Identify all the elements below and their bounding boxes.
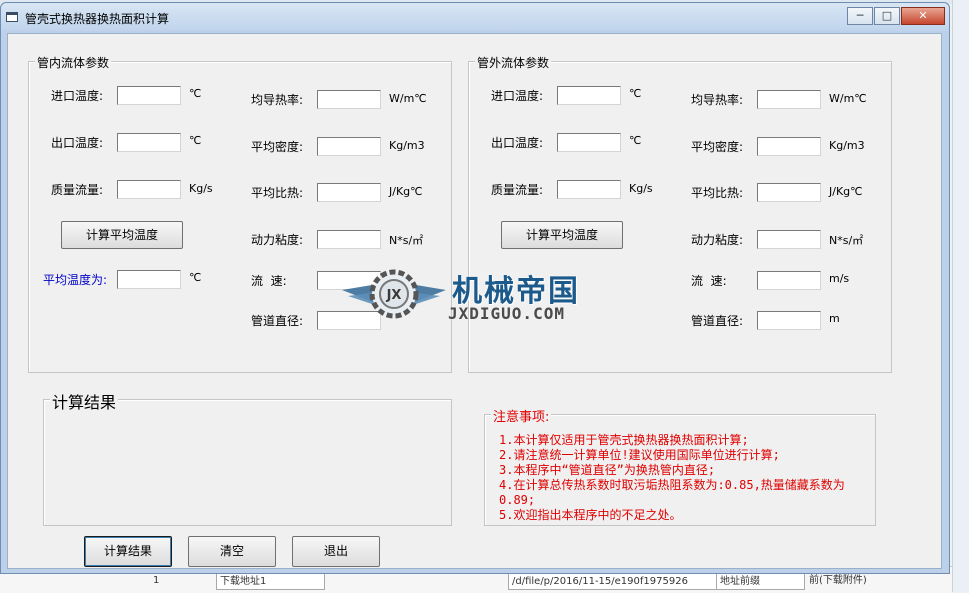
inner-mass-flow-label: 质量流量:	[51, 183, 104, 197]
maximize-button[interactable]: □	[874, 7, 900, 25]
inner-avg-temp-label: 平均温度为:	[43, 273, 108, 287]
inner-velocity-label: 流 速:	[251, 274, 287, 288]
inner-outlet-temp-label: 出口温度:	[51, 136, 104, 150]
inner-group-legend: 管内流体参数	[35, 54, 112, 71]
outer-mass-flow-input[interactable]	[557, 180, 621, 199]
note-item: 4.在计算总传热系数时取污垢热阻系数为:0.85,热量储藏系数为0.89;	[499, 478, 845, 507]
inner-avg-temp-output[interactable]	[117, 270, 181, 289]
inner-pipe-diameter-label: 管道直径:	[251, 314, 304, 328]
notes-group: 注意事项: 1.本计算仅适用于管壳式换热器换热面积计算; 2.请注意统一计算单位…	[484, 406, 876, 526]
inner-mass-flow-unit: Kg/s	[189, 182, 213, 195]
outer-calc-avg-temp-button[interactable]: 计算平均温度	[501, 221, 623, 249]
outer-specific-heat-unit: J/Kg℃	[829, 185, 863, 198]
inner-avg-temp-unit: ℃	[189, 271, 202, 284]
outer-specific-heat-label: 平均比热:	[691, 186, 744, 200]
note-item: 1.本计算仅适用于管壳式换热器换热面积计算;	[499, 433, 749, 447]
outer-pipe-diameter-label: 管道直径:	[691, 314, 744, 328]
inner-conductivity-unit: W/m℃	[389, 92, 427, 105]
results-legend: 计算结果	[50, 389, 119, 413]
outer-specific-heat-input[interactable]	[757, 183, 821, 202]
outer-inlet-temp-unit: ℃	[629, 87, 642, 100]
outer-outlet-temp-label: 出口温度:	[491, 136, 544, 150]
outer-density-unit: Kg/m3	[829, 139, 865, 152]
outer-pipe-diameter-unit: m	[829, 312, 840, 325]
outer-viscosity-unit: N*s/㎡	[829, 234, 864, 247]
bg-cell-index: 1	[153, 575, 160, 586]
note-item: 2.请注意统一计算单位!建议使用国际单位进行计算;	[499, 448, 780, 462]
inner-specific-heat-input[interactable]	[317, 183, 381, 202]
outer-mass-flow-label: 质量流量:	[491, 183, 544, 197]
background-window-edge	[952, 0, 969, 592]
outer-group-legend: 管外流体参数	[475, 54, 552, 71]
window-title: 管壳式换热器换热面积计算	[25, 12, 170, 26]
note-item: 3.本程序中“管道直径”为换热管内直径;	[499, 463, 716, 477]
outer-pipe-diameter-input[interactable]	[757, 311, 821, 330]
bg-cell-prefix: 地址前缀	[716, 573, 805, 590]
outer-conductivity-unit: W/m℃	[829, 92, 867, 105]
outer-conductivity-label: 均导热率:	[691, 93, 744, 107]
inner-inlet-temp-label: 进口温度:	[51, 89, 104, 103]
watermark: JX 机械帝国 JXDIGUO.COM	[338, 260, 638, 330]
outer-density-label: 平均密度:	[691, 140, 744, 154]
inner-viscosity-unit: N*s/㎡	[389, 234, 424, 247]
notes-list: 1.本计算仅适用于管壳式换热器换热面积计算; 2.请注意统一计算单位!建议使用国…	[499, 433, 859, 523]
inner-density-input[interactable]	[317, 137, 381, 156]
bg-cell-action: 前(下载附件)	[809, 575, 867, 586]
inner-inlet-temp-unit: ℃	[189, 87, 202, 100]
outer-velocity-label: 流 速:	[691, 274, 727, 288]
inner-density-unit: Kg/m3	[389, 139, 425, 152]
calculate-button[interactable]: 计算结果	[84, 536, 172, 567]
watermark-logo-text: JX	[386, 288, 402, 303]
inner-conductivity-label: 均导热率:	[251, 93, 304, 107]
inner-specific-heat-label: 平均比热:	[251, 186, 304, 200]
exit-button[interactable]: 退出	[292, 536, 380, 567]
inner-calc-avg-temp-button[interactable]: 计算平均温度	[61, 221, 183, 249]
inner-outlet-temp-input[interactable]	[117, 133, 181, 152]
inner-viscosity-input[interactable]	[317, 230, 381, 249]
watermark-subtitle: JXDIGUO.COM	[448, 304, 565, 323]
clear-button[interactable]: 清空	[188, 536, 276, 567]
outer-viscosity-input[interactable]	[757, 230, 821, 249]
title-bar[interactable]: 管壳式换热器换热面积计算 ─ □ ✕	[1, 3, 949, 31]
results-group: 计算结果	[43, 389, 452, 526]
outer-velocity-unit: m/s	[829, 272, 850, 285]
outer-inlet-temp-label: 进口温度:	[491, 89, 544, 103]
bg-cell-path: /d/file/p/2016/11-15/e190f1975926	[508, 573, 719, 590]
inner-mass-flow-input[interactable]	[117, 180, 181, 199]
window-app-icon	[6, 12, 18, 22]
inner-inlet-temp-input[interactable]	[117, 86, 181, 105]
outer-outlet-temp-input[interactable]	[557, 133, 621, 152]
inner-density-label: 平均密度:	[251, 140, 304, 154]
note-item: 5.欢迎指出本程序中的不足之处。	[499, 508, 682, 522]
outer-density-input[interactable]	[757, 137, 821, 156]
watermark-gear-wings-logo: JX	[342, 269, 446, 319]
notes-legend: 注意事项:	[491, 406, 552, 425]
outer-inlet-temp-input[interactable]	[557, 86, 621, 105]
inner-viscosity-label: 动力粘度:	[251, 233, 304, 247]
bg-cell-name: 下载地址1	[216, 573, 325, 590]
outer-conductivity-input[interactable]	[757, 90, 821, 109]
inner-specific-heat-unit: J/Kg℃	[389, 185, 423, 198]
inner-conductivity-input[interactable]	[317, 90, 381, 109]
close-button[interactable]: ✕	[901, 7, 945, 25]
outer-mass-flow-unit: Kg/s	[629, 182, 653, 195]
outer-velocity-input[interactable]	[757, 271, 821, 290]
outer-outlet-temp-unit: ℃	[629, 134, 642, 147]
outer-viscosity-label: 动力粘度:	[691, 233, 744, 247]
minimize-button[interactable]: ─	[847, 7, 873, 25]
inner-outlet-temp-unit: ℃	[189, 134, 202, 147]
